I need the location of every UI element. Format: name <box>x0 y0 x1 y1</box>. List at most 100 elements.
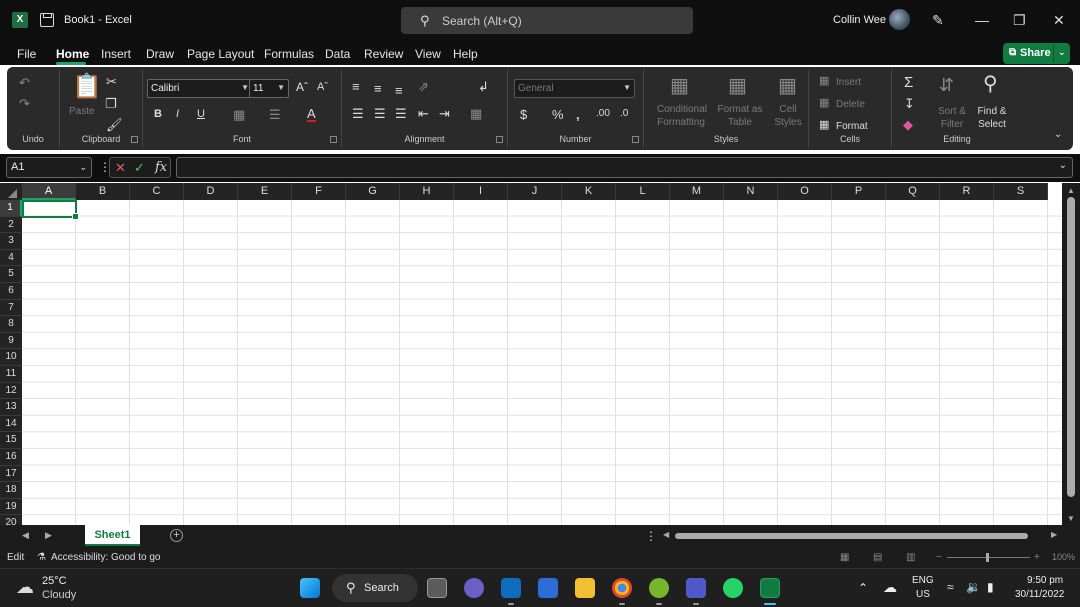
tab-draw[interactable]: Draw <box>146 47 174 61</box>
tab-insert[interactable]: Insert <box>101 47 131 61</box>
row-header-8[interactable]: 8 <box>0 316 22 333</box>
tab-home[interactable]: Home <box>56 47 89 61</box>
tab-data[interactable]: Data <box>325 47 350 61</box>
comma-icon[interactable]: , <box>576 108 580 121</box>
save-icon[interactable] <box>40 13 54 27</box>
percent-icon[interactable]: % <box>552 108 564 121</box>
row-header-5[interactable]: 5 <box>0 266 22 283</box>
column-header-m[interactable]: M <box>670 183 724 200</box>
font-name-select[interactable]: Calibri ▼ <box>147 79 253 98</box>
horizontal-scroll-thumb[interactable] <box>675 533 1028 539</box>
align-right-icon[interactable]: ☰ <box>395 107 407 120</box>
row-header-11[interactable]: 11 <box>0 366 22 383</box>
cell-grid[interactable] <box>22 200 1062 525</box>
undo-icon[interactable]: ↶ <box>19 76 30 89</box>
clear-icon[interactable]: ◆ <box>903 118 913 131</box>
name-box[interactable]: A1 ⌄ <box>6 157 92 178</box>
fill-icon[interactable]: ↧ <box>904 97 915 110</box>
column-header-h[interactable]: H <box>400 183 454 200</box>
alignment-launcher-icon[interactable] <box>496 136 503 143</box>
row-header-2[interactable]: 2 <box>0 216 22 234</box>
wifi-icon[interactable]: ≈ <box>947 580 954 594</box>
font-launcher-icon[interactable] <box>330 136 337 143</box>
decrease-decimal-icon[interactable]: .0 <box>620 109 628 119</box>
align-left-icon[interactable]: ☰ <box>352 107 364 120</box>
page-layout-view-icon[interactable]: ▤ <box>873 552 882 563</box>
share-button[interactable]: ⧉ Share ⌄ <box>1003 43 1070 64</box>
increase-decimal-icon[interactable]: .00 <box>596 109 610 119</box>
column-header-e[interactable]: E <box>238 183 292 200</box>
active-cell[interactable] <box>22 200 79 220</box>
wrap-text-icon[interactable]: ↲ <box>478 80 489 93</box>
column-header-l[interactable]: L <box>616 183 670 200</box>
column-header-d[interactable]: D <box>184 183 238 200</box>
align-bottom-icon[interactable]: ≡ <box>395 84 403 97</box>
find-select-button[interactable]: Find & <box>972 106 1012 117</box>
tab-review[interactable]: Review <box>364 47 403 61</box>
row-header-14[interactable]: 14 <box>0 415 22 433</box>
row-header-10[interactable]: 10 <box>0 349 22 366</box>
row-header-9[interactable]: 9 <box>0 332 22 350</box>
outlook-icon[interactable] <box>501 578 521 598</box>
cancel-icon[interactable]: ✕ <box>115 161 126 174</box>
redo-icon[interactable]: ↷ <box>19 97 30 110</box>
excel-taskbar-icon[interactable] <box>760 578 780 598</box>
search-box[interactable]: ⚲ Search (Alt+Q) <box>401 7 693 34</box>
zoom-slider-knob[interactable] <box>986 553 989 562</box>
zoom-in-icon[interactable]: + <box>1034 552 1040 563</box>
clock-time[interactable]: 9:50 pm <box>1027 575 1063 586</box>
taskbar-search[interactable]: ⚲ Search <box>332 574 418 602</box>
row-header-19[interactable]: 19 <box>0 498 22 516</box>
scroll-up-icon[interactable]: ▲ <box>1067 186 1075 195</box>
zoom-out-icon[interactable]: − <box>936 552 942 563</box>
file-explorer-icon[interactable] <box>575 578 595 598</box>
column-header-r[interactable]: R <box>940 183 994 200</box>
store-icon[interactable] <box>538 578 558 598</box>
task-view-icon[interactable] <box>427 578 447 598</box>
column-header-b[interactable]: B <box>76 183 130 200</box>
column-header-g[interactable]: G <box>346 183 400 200</box>
restore-button[interactable]: ❐ <box>1013 12 1026 29</box>
page-break-view-icon[interactable]: ▥ <box>906 552 915 563</box>
tab-split-icon[interactable]: ⋮ <box>645 530 657 542</box>
windows-start-icon[interactable] <box>300 578 320 598</box>
format-painter-icon[interactable]: 🖌 <box>106 118 123 131</box>
whatsapp-icon[interactable] <box>723 578 743 598</box>
column-header-f[interactable]: F <box>292 183 346 200</box>
tab-formulas[interactable]: Formulas <box>264 47 314 61</box>
utorrent-icon[interactable] <box>649 578 669 598</box>
accessibility-icon[interactable]: ⚗ <box>37 552 46 563</box>
row-header-12[interactable]: 12 <box>0 382 22 400</box>
select-all-button[interactable] <box>0 183 22 200</box>
row-header-20[interactable]: 20 <box>0 515 22 525</box>
delete-cells-button[interactable]: Delete <box>836 99 865 110</box>
language[interactable]: ENG <box>912 575 934 586</box>
minimize-button[interactable]: — <box>975 12 989 28</box>
prev-sheet-icon[interactable]: ◀ <box>22 531 29 540</box>
close-button[interactable]: ✕ <box>1053 12 1065 29</box>
accessibility-status[interactable]: Accessibility: Good to go <box>51 552 161 563</box>
row-header-13[interactable]: 13 <box>0 399 22 416</box>
tab-help[interactable]: Help <box>453 47 478 61</box>
row-header-7[interactable]: 7 <box>0 299 22 317</box>
row-header-15[interactable]: 15 <box>0 432 22 449</box>
vertical-scroll-thumb[interactable] <box>1067 197 1075 497</box>
align-middle-icon[interactable]: ≡ <box>374 82 382 95</box>
chrome-icon[interactable] <box>612 578 632 598</box>
normal-view-icon[interactable]: ▦ <box>840 552 849 563</box>
clipboard-launcher-icon[interactable] <box>131 136 138 143</box>
row-header-18[interactable]: 18 <box>0 482 22 499</box>
format-cells-button[interactable]: Format <box>836 121 868 132</box>
row-header-3[interactable]: 3 <box>0 233 22 250</box>
insert-function-icon[interactable]: fx <box>155 161 167 174</box>
increase-font-icon[interactable]: Aˆ <box>296 81 308 93</box>
decrease-font-icon[interactable]: Aˇ <box>317 82 328 93</box>
number-format-select[interactable]: General ▼ <box>514 79 635 98</box>
column-header-i[interactable]: I <box>454 183 508 200</box>
expand-formula-icon[interactable]: ⌄ <box>1059 161 1067 171</box>
borders-icon[interactable]: ▦ <box>233 108 245 121</box>
insert-cells-button[interactable]: Insert <box>836 77 861 88</box>
column-header-o[interactable]: O <box>778 183 832 200</box>
number-launcher-icon[interactable] <box>632 136 639 143</box>
bold-button[interactable]: B <box>154 109 162 120</box>
